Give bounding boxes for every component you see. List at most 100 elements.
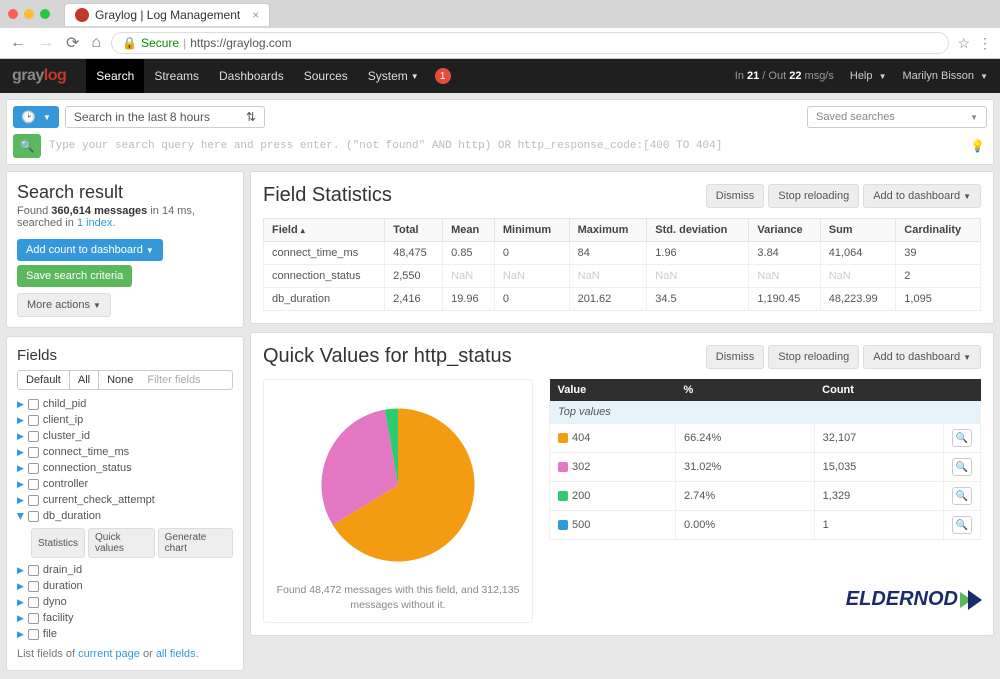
checkbox[interactable] bbox=[28, 565, 39, 576]
window-max-dot[interactable] bbox=[40, 9, 50, 19]
field-item[interactable]: ▶drain_id bbox=[17, 562, 233, 578]
field-item[interactable]: ▶connect_time_ms bbox=[17, 444, 233, 460]
magnify-icon[interactable]: 🔍 bbox=[952, 429, 972, 447]
pill-all[interactable]: All bbox=[70, 370, 98, 390]
field-name: child_pid bbox=[43, 398, 86, 410]
column-header[interactable]: Minimum bbox=[494, 219, 569, 242]
lightbulb-icon[interactable]: 💡 bbox=[970, 139, 985, 154]
filter-fields-input[interactable]: Filter fields bbox=[141, 370, 233, 390]
field-name: duration bbox=[43, 580, 83, 592]
search-icon: 🔍 bbox=[20, 139, 35, 153]
browser-menu-icon[interactable]: ⋮ bbox=[978, 35, 992, 52]
column-header[interactable]: Variance bbox=[749, 219, 820, 242]
stop-reloading-button[interactable]: Stop reloading bbox=[768, 184, 859, 208]
pill-none[interactable]: None bbox=[98, 370, 141, 390]
column-header[interactable]: Mean bbox=[443, 219, 495, 242]
time-range-select[interactable]: Search in the last 8 hours⇅ bbox=[65, 106, 265, 128]
field-action-button[interactable]: Quick values bbox=[88, 528, 155, 558]
notification-badge[interactable]: 1 bbox=[435, 68, 451, 84]
checkbox[interactable] bbox=[28, 447, 39, 458]
column-header[interactable]: Sum bbox=[820, 219, 896, 242]
column-header[interactable]: Maximum bbox=[569, 219, 647, 242]
favicon bbox=[75, 8, 89, 22]
checkbox[interactable] bbox=[28, 581, 39, 592]
search-input[interactable]: Type your search query here and press en… bbox=[47, 134, 987, 158]
checkbox[interactable] bbox=[28, 399, 39, 410]
help-menu[interactable]: Help ▼ bbox=[850, 70, 887, 82]
column-header[interactable]: Field ▴ bbox=[264, 219, 385, 242]
dismiss-button[interactable]: Dismiss bbox=[706, 345, 765, 369]
add-to-dashboard-button[interactable]: Add to dashboard ▼ bbox=[863, 184, 981, 208]
pill-default[interactable]: Default bbox=[17, 370, 70, 390]
browser-tab[interactable]: Graylog | Log Management × bbox=[64, 3, 270, 26]
star-icon[interactable]: ☆ bbox=[957, 35, 970, 52]
clock-icon: 🕑 bbox=[21, 110, 36, 124]
url-field[interactable]: 🔒 Secure | https://graylog.com bbox=[111, 32, 949, 54]
stop-reloading-button[interactable]: Stop reloading bbox=[768, 345, 859, 369]
search-button[interactable]: 🔍 bbox=[13, 134, 41, 158]
forward-icon[interactable]: → bbox=[36, 34, 56, 52]
nav-streams[interactable]: Streams bbox=[144, 59, 209, 93]
saved-searches-select[interactable]: Saved searches▼ bbox=[807, 106, 987, 128]
column-header[interactable]: Cardinality bbox=[896, 219, 981, 242]
table-row: db_duration2,41619.960201.6234.51,190.45… bbox=[264, 288, 981, 311]
field-action-button[interactable]: Statistics bbox=[31, 528, 85, 558]
close-tab-icon[interactable]: × bbox=[252, 8, 259, 22]
nav-dashboards[interactable]: Dashboards bbox=[209, 59, 294, 93]
column-header[interactable]: Total bbox=[385, 219, 443, 242]
field-item[interactable]: ▶controller bbox=[17, 476, 233, 492]
current-page-link[interactable]: current page bbox=[78, 648, 140, 660]
checkbox[interactable] bbox=[28, 463, 39, 474]
add-to-dashboard-button[interactable]: Add to dashboard ▼ bbox=[863, 345, 981, 369]
search-toolbar: 🕑▼ Search in the last 8 hours⇅ Saved sea… bbox=[6, 99, 994, 165]
window-min-dot[interactable] bbox=[24, 9, 34, 19]
field-item[interactable]: ▶client_ip bbox=[17, 412, 233, 428]
column-header[interactable]: Std. deviation bbox=[647, 219, 749, 242]
checkbox[interactable] bbox=[28, 629, 39, 640]
add-count-to-dashboard-button[interactable]: Add count to dashboard ▼ bbox=[17, 239, 163, 261]
nav-system[interactable]: System▼ bbox=[358, 59, 429, 93]
table-row: 5000.00%1🔍 bbox=[550, 511, 981, 540]
magnify-icon[interactable]: 🔍 bbox=[952, 458, 972, 476]
index-link[interactable]: 1 index bbox=[77, 217, 112, 229]
checkbox[interactable] bbox=[28, 495, 39, 506]
field-item[interactable]: ▶file bbox=[17, 626, 233, 642]
field-item[interactable]: ▶connection_status bbox=[17, 460, 233, 476]
checkbox[interactable] bbox=[28, 597, 39, 608]
checkbox[interactable] bbox=[28, 479, 39, 490]
nav-search[interactable]: Search bbox=[86, 59, 144, 93]
field-item[interactable]: ▶facility bbox=[17, 610, 233, 626]
magnify-icon[interactable]: 🔍 bbox=[952, 516, 972, 534]
nav-sources[interactable]: Sources bbox=[294, 59, 358, 93]
field-statistics-section: Field Statistics Dismiss Stop reloading … bbox=[250, 171, 994, 324]
magnify-icon[interactable]: 🔍 bbox=[952, 487, 972, 505]
field-name: file bbox=[43, 628, 57, 640]
time-mode-button[interactable]: 🕑▼ bbox=[13, 106, 59, 128]
reload-icon[interactable]: ⟳ bbox=[64, 33, 81, 53]
fields-heading: Fields bbox=[17, 347, 233, 364]
back-icon[interactable]: ← bbox=[8, 34, 28, 52]
field-item[interactable]: ▶duration bbox=[17, 578, 233, 594]
caret-icon: ▶ bbox=[17, 399, 24, 410]
field-item[interactable]: ▶current_check_attempt bbox=[17, 492, 233, 508]
chevron-down-icon: ▼ bbox=[411, 72, 419, 81]
field-item[interactable]: ▶dyno bbox=[17, 594, 233, 610]
checkbox[interactable] bbox=[28, 431, 39, 442]
logo: graylog bbox=[12, 67, 66, 85]
checkbox[interactable] bbox=[28, 511, 39, 522]
field-item[interactable]: ▶ child_pid bbox=[17, 396, 233, 412]
all-fields-link[interactable]: all fields bbox=[156, 648, 196, 660]
field-item[interactable]: ▶cluster_id bbox=[17, 428, 233, 444]
window-close-dot[interactable] bbox=[8, 9, 18, 19]
more-actions-button[interactable]: More actions ▼ bbox=[17, 293, 111, 317]
checkbox[interactable] bbox=[28, 415, 39, 426]
table-row: connect_time_ms48,4750.850841.963.8441,0… bbox=[264, 242, 981, 265]
dismiss-button[interactable]: Dismiss bbox=[706, 184, 765, 208]
save-search-criteria-button[interactable]: Save search criteria bbox=[17, 265, 132, 287]
home-icon[interactable]: ⌂ bbox=[89, 34, 103, 52]
field-item[interactable]: ▶db_duration bbox=[17, 508, 233, 524]
browser-chrome: Graylog | Log Management × ← → ⟳ ⌂ 🔒 Sec… bbox=[0, 0, 1000, 59]
checkbox[interactable] bbox=[28, 613, 39, 624]
user-menu[interactable]: Marilyn Bisson ▼ bbox=[902, 70, 988, 82]
field-action-button[interactable]: Generate chart bbox=[158, 528, 233, 558]
